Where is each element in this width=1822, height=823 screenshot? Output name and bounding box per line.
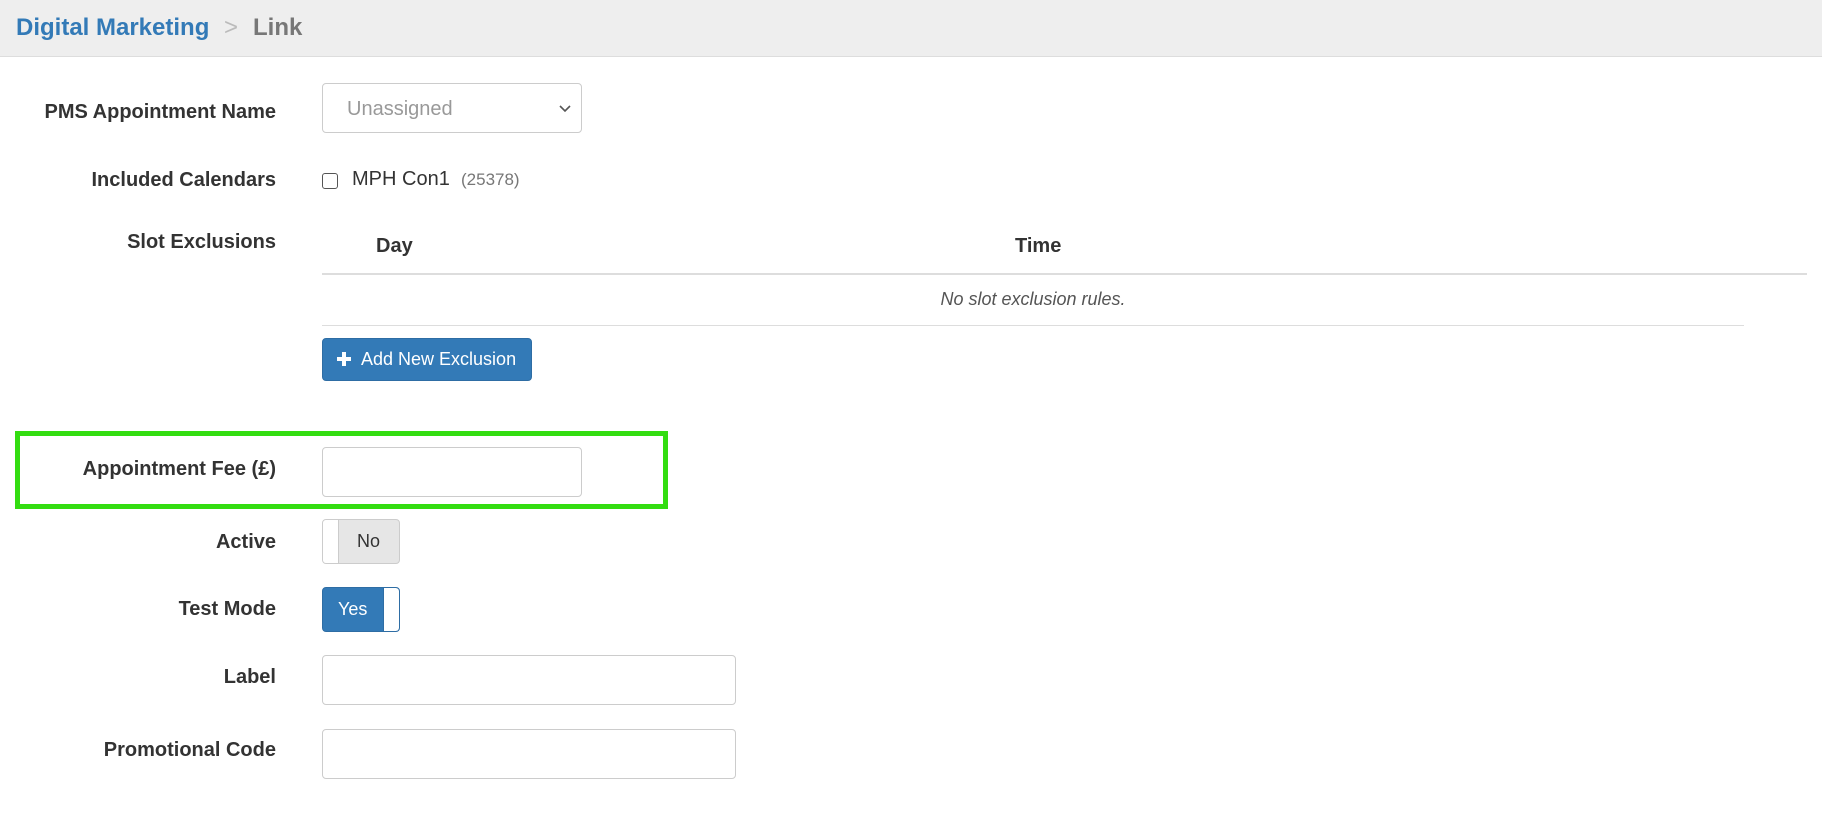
test-mode-toggle-state: Yes — [338, 599, 368, 619]
breadcrumb-current: Link — [253, 14, 303, 41]
calendar-name: MPH Con1 — [352, 168, 450, 190]
table-header-divider — [322, 273, 1807, 275]
active-toggle-knob — [323, 520, 339, 563]
calendar-id: (25378) — [461, 170, 520, 189]
breadcrumb-separator: > — [224, 14, 239, 41]
slot-exclusions-label: Slot Exclusions — [127, 231, 276, 253]
test-mode-toggle[interactable]: Yes — [322, 587, 400, 632]
add-new-exclusion-label: Add New Exclusion — [361, 349, 517, 369]
appointment-fee-input[interactable] — [322, 447, 582, 497]
test-mode-toggle-knob — [383, 588, 399, 631]
empty-table-message: No slot exclusion rules. — [940, 289, 1126, 309]
breadcrumb-digital-marketing[interactable]: Digital Marketing — [16, 14, 209, 42]
table-row-divider — [322, 325, 1744, 326]
pms-appointment-name-select[interactable]: Unassigned — [322, 83, 582, 133]
active-label: Active — [215, 531, 276, 553]
pms-appointment-name-label: PMS Appointment Name — [44, 101, 277, 123]
active-toggle-state: No — [357, 531, 381, 551]
included-calendars-label: Included Calendars — [91, 169, 277, 191]
calendar-checkbox[interactable] — [322, 173, 338, 189]
column-header-time: Time — [1015, 235, 1062, 257]
promotional-code-label: Promotional Code — [103, 739, 276, 761]
pms-appointment-name-value: Unassigned — [347, 98, 453, 120]
test-mode-label: Test Mode — [178, 598, 276, 620]
link-label-input[interactable] — [322, 655, 736, 705]
promotional-code-input[interactable] — [322, 729, 736, 779]
chevron-down-icon — [559, 105, 571, 113]
active-toggle[interactable]: No — [322, 519, 400, 564]
link-label-label: Label — [223, 666, 276, 688]
breadcrumb-bar: Digital Marketing > Link — [0, 0, 1822, 57]
add-new-exclusion-button[interactable]: Add New Exclusion — [322, 338, 532, 381]
column-header-day: Day — [376, 235, 413, 257]
plus-icon — [337, 352, 351, 366]
appointment-fee-label: Appointment Fee (£) — [82, 458, 276, 480]
